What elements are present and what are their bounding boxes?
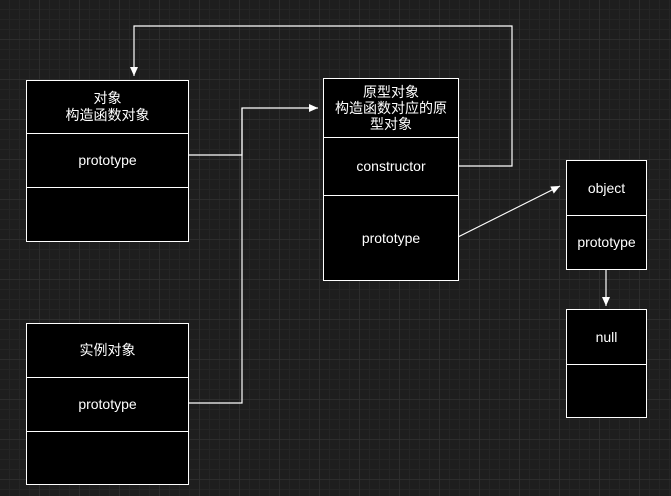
instance-object-prototype-field[interactable]: prototype <box>27 378 188 432</box>
object-prototype-field[interactable]: prototype <box>567 216 646 269</box>
constructor-function-box[interactable]: 对象 构造函数对象 prototype <box>26 80 189 242</box>
object-title: object <box>587 179 626 196</box>
null-header: null <box>567 310 646 365</box>
prototype-object-prototype-field[interactable]: prototype <box>324 196 458 280</box>
prototype-object-constructor-field[interactable]: constructor <box>324 138 458 196</box>
null-box[interactable]: null <box>566 309 647 418</box>
constructor-function-title-line2: 构造函数对象 <box>65 107 150 123</box>
edge-instance-prototype-to-prototype-object <box>188 108 243 404</box>
constructor-function-title-line1: 对象 <box>93 90 122 106</box>
constructor-function-header: 对象 构造函数对象 <box>27 81 188 134</box>
prototype-object-title-line3: 型对象 <box>370 116 412 132</box>
field-label: prototype <box>361 229 421 246</box>
edge-function-prototype-to-prototype-object <box>188 104 318 156</box>
null-empty-field <box>567 365 646 417</box>
prototype-object-title-line2: 构造函数对应的原 <box>335 100 447 116</box>
object-box[interactable]: object prototype <box>566 160 647 270</box>
field-label: prototype <box>78 396 137 412</box>
field-label: prototype <box>78 152 137 168</box>
edge-prototype-to-object <box>457 185 561 238</box>
instance-object-header: 实例对象 <box>27 324 188 378</box>
instance-object-box[interactable]: 实例对象 prototype <box>26 323 189 485</box>
prototype-object-box[interactable]: 原型对象 构造函数对应的原 型对象 constructor prototype <box>323 78 459 281</box>
prototype-object-title-line1: 原型对象 <box>363 84 419 100</box>
field-label: prototype <box>577 234 636 250</box>
null-title: null <box>595 328 618 345</box>
constructor-function-prototype-field[interactable]: prototype <box>27 134 188 188</box>
instance-object-empty-field <box>27 432 188 484</box>
object-header: object <box>567 161 646 216</box>
constructor-function-empty-field <box>27 188 188 241</box>
field-label: constructor <box>356 158 426 174</box>
prototype-object-header: 原型对象 构造函数对应的原 型对象 <box>324 79 458 138</box>
instance-object-title: 实例对象 <box>79 342 136 358</box>
